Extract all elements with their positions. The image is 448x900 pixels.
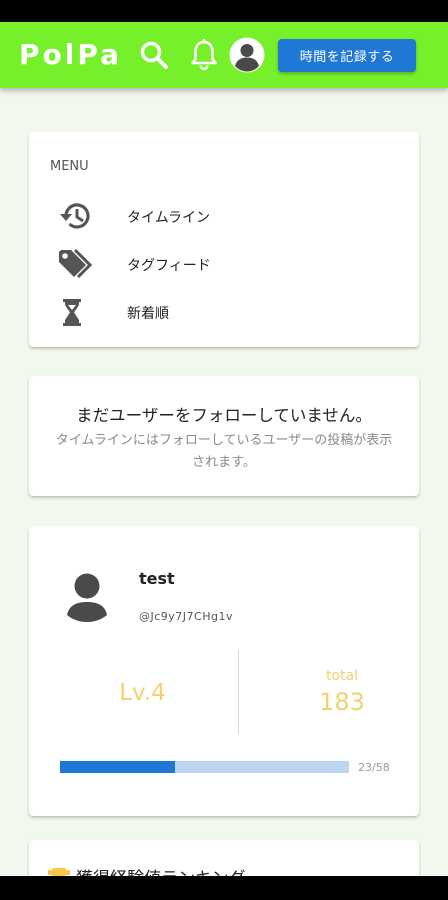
account-avatar[interactable] bbox=[229, 37, 265, 77]
system-navigation-bar bbox=[0, 876, 448, 900]
avatar[interactable] bbox=[65, 572, 109, 626]
profile-card: test @Jc9y7J7CHg1v Lv.4 total 183 23/58 bbox=[29, 526, 419, 816]
follow-notice-title: まだユーザーをフォローしていません。 bbox=[76, 406, 372, 425]
total-label: total bbox=[325, 668, 358, 684]
level-value: Lv.4 bbox=[119, 680, 166, 706]
total-value: 183 bbox=[319, 688, 365, 716]
menu-item-label: タグフィード bbox=[127, 258, 211, 274]
experience-progress-fill bbox=[60, 761, 175, 773]
hourglass-icon bbox=[58, 296, 92, 334]
menu-item-newest[interactable]: 新着順 bbox=[29, 289, 419, 333]
menu-heading: MENU bbox=[50, 159, 89, 174]
app-logo[interactable]: PolPa bbox=[19, 38, 122, 71]
top-app-bar: PolPa 時間を記録する bbox=[0, 22, 448, 88]
menu-item-tag-feed[interactable]: タグフィード bbox=[29, 241, 419, 285]
history-icon bbox=[58, 200, 92, 236]
menu-card: MENU タイムライン タグフィード 新着順 bbox=[29, 132, 419, 347]
record-time-button[interactable]: 時間を記録する bbox=[278, 39, 416, 72]
account-circle-icon bbox=[229, 37, 265, 73]
tags-icon bbox=[58, 248, 96, 286]
status-bar bbox=[0, 0, 448, 22]
follow-notice-card: まだユーザーをフォローしていません。 タイムラインにはフォローしているユーザーの… bbox=[29, 376, 419, 496]
user-id: @Jc9y7J7CHg1v bbox=[139, 610, 233, 623]
experience-progress-text: 23/58 bbox=[358, 761, 390, 774]
person-icon bbox=[67, 573, 107, 622]
search-icon[interactable] bbox=[139, 40, 169, 74]
menu-item-label: 新着順 bbox=[127, 306, 169, 322]
menu-item-timeline[interactable]: タイムライン bbox=[29, 193, 419, 237]
follow-notice-description: タイムラインにはフォローしているユーザーの投稿が表示されます。 bbox=[55, 433, 393, 470]
experience-progress-bar bbox=[60, 761, 349, 773]
bell-icon[interactable] bbox=[190, 38, 218, 75]
menu-item-label: タイムライン bbox=[127, 210, 211, 226]
username[interactable]: test bbox=[139, 569, 175, 588]
